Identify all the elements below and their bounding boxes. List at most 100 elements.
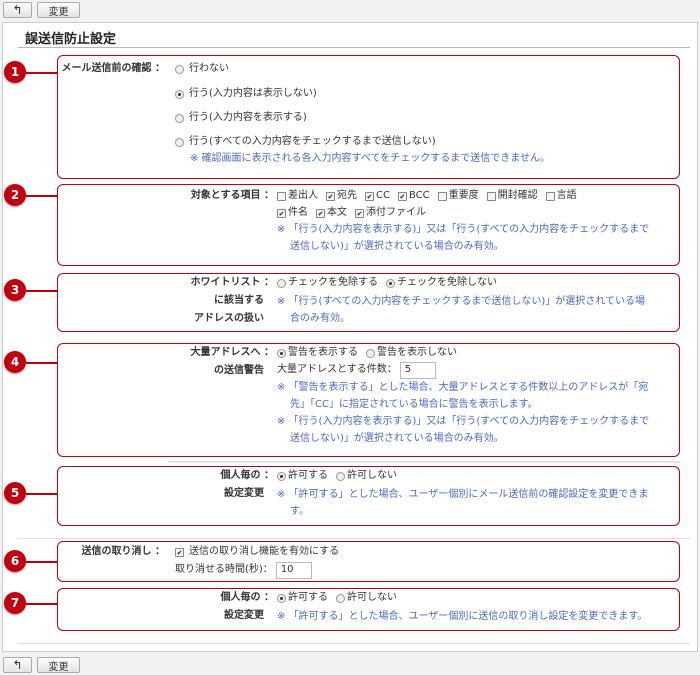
radio-option[interactable]: 警告を表示しない	[366, 344, 457, 362]
change-button-bottom[interactable]: 変更	[37, 657, 80, 673]
back-button-bottom[interactable]: ↰	[3, 657, 32, 673]
checkbox-icon[interactable]	[437, 191, 447, 201]
bulk-warning-label: の送信警告	[214, 365, 264, 376]
checkbox-label: 件名	[288, 207, 308, 218]
recall-time-input[interactable]: 10	[275, 561, 312, 579]
radio-icon[interactable]	[175, 113, 184, 123]
target-items-label: 対象とする項目 ：	[190, 190, 274, 201]
radio-icon[interactable]	[366, 348, 375, 358]
callout-7: 7	[4, 592, 26, 614]
radio-selected-icon[interactable]	[277, 471, 286, 481]
checkbox-label: 言語	[556, 190, 577, 201]
radio-selected-icon[interactable]	[277, 348, 286, 358]
callout-4: 4	[4, 351, 26, 373]
checkbox-label: 開封確認	[497, 190, 538, 201]
radio-icon[interactable]	[336, 593, 345, 603]
checkbox-option[interactable]: 差出人	[277, 187, 318, 205]
note: ※ 確認画面に表示される各入力内容すべてをチェックするまで送信できません。	[190, 153, 550, 164]
callout-6: 6	[4, 550, 26, 572]
radio-option[interactable]: 許可する	[277, 467, 328, 485]
bulk-count-input[interactable]: 5	[399, 361, 436, 379]
whitelist-label: アドレスの扱い	[194, 313, 264, 324]
option-label: 警告を表示する	[288, 347, 358, 358]
divider	[18, 47, 690, 48]
checkbox-option[interactable]: 宛先	[326, 187, 357, 205]
change-button[interactable]: 変更	[37, 2, 80, 18]
checkbox-icon[interactable]	[545, 191, 555, 201]
radio-option[interactable]: 行う(入力内容を表示する)	[175, 109, 307, 127]
radio-icon[interactable]	[277, 278, 286, 288]
checkbox-checked-icon[interactable]	[397, 191, 407, 201]
checkbox-option[interactable]: 添付ファイル	[355, 204, 426, 222]
checkbox-option[interactable]: 開封確認	[486, 187, 538, 205]
checkbox-checked-icon[interactable]	[175, 547, 184, 557]
radio-option[interactable]: チェックを免除する	[277, 274, 378, 292]
back-arrow-icon: ↰	[12, 3, 23, 17]
checkbox-checked-icon[interactable]	[326, 191, 335, 201]
personal-recall-label: 個人毎の ：	[220, 592, 274, 603]
checkbox-option[interactable]: 重要度	[437, 187, 479, 205]
callout-line	[26, 362, 57, 364]
checkbox-option[interactable]: 件名	[277, 204, 308, 222]
bulk-count-row: 大量アドレスとする件数： 5	[277, 361, 436, 379]
radio-option[interactable]: 行わない	[175, 60, 229, 78]
note: ※ 「許可する」とした場合、ユーザー個別に送信の取り消し設定を変更できます。	[277, 611, 648, 622]
radio-group: チェックを免除する チェックを免除しない	[277, 274, 502, 292]
radio-selected-icon[interactable]	[277, 593, 286, 603]
back-button[interactable]: ↰	[3, 2, 32, 18]
checkbox-option[interactable]: 言語	[545, 187, 577, 205]
option-label: 許可する	[288, 592, 328, 603]
radio-selected-icon[interactable]	[386, 278, 395, 288]
personal-setting-label: 設定変更	[224, 488, 264, 499]
bulk-warning-label: 大量アドレスへ ：	[190, 347, 274, 358]
checkbox-checked-icon[interactable]	[355, 208, 364, 218]
checkbox-option[interactable]: CC	[365, 187, 390, 205]
checkbox-option[interactable]: 本文	[316, 204, 347, 222]
note: 送信しない)」が選択されている場合のみ有効。	[290, 433, 504, 444]
checkbox-label: 添付ファイル	[366, 207, 426, 218]
note: ※ 「行う(すべての入力内容をチェックするまで送信しない)」が選択されている場	[277, 296, 645, 307]
whitelist-label: ホワイトリスト ：	[190, 277, 274, 288]
bulk-count-label: 大量アドレスとする件数：	[277, 364, 397, 375]
divider	[168, 461, 680, 463]
radio-selected-icon[interactable]	[175, 89, 184, 99]
checkbox-label: 送信の取り消し機能を有効にする	[189, 546, 340, 557]
radio-icon[interactable]	[175, 64, 184, 74]
note: 合のみ有効。	[290, 313, 350, 324]
callout-3: 3	[4, 279, 26, 301]
recall-enable-checkbox[interactable]: 送信の取り消し機能を有効にする	[175, 543, 339, 561]
radio-option[interactable]: 許可しない	[336, 589, 397, 607]
radio-group: 警告を表示する 警告を表示しない	[277, 344, 462, 362]
radio-option[interactable]: 許可する	[277, 589, 328, 607]
checkbox-option[interactable]: BCC	[397, 187, 430, 205]
radio-option[interactable]: 許可しない	[336, 467, 397, 485]
option-label: チェックを免除する	[288, 277, 378, 288]
checkbox-label: 宛先	[337, 190, 357, 201]
personal-recall-label: 設定変更	[224, 610, 264, 621]
option-label: チェックを免除しない	[397, 277, 497, 288]
radio-icon[interactable]	[336, 471, 345, 481]
radio-option[interactable]: 警告を表示する	[277, 344, 358, 362]
option-label: 行う(入力内容を表示する)	[189, 112, 307, 123]
option-label: 行わない	[189, 63, 229, 74]
checkbox-checked-icon[interactable]	[277, 208, 286, 218]
checkbox-icon[interactable]	[486, 191, 496, 201]
radio-option[interactable]: チェックを免除しない	[386, 274, 497, 292]
callout-line	[26, 561, 57, 563]
callout-line	[26, 603, 57, 605]
callout-1: 1	[4, 61, 26, 83]
mail-confirm-label: メール送信前の確認 ：	[61, 63, 165, 74]
radio-icon[interactable]	[175, 137, 184, 147]
radio-option[interactable]: 行う(すべての入力内容をチェックするまで送信しない)	[175, 133, 436, 151]
divider	[18, 643, 690, 644]
checkbox-checked-icon[interactable]	[365, 191, 374, 201]
checkbox-icon[interactable]	[277, 191, 286, 201]
divider	[18, 538, 690, 539]
checkbox-label: 本文	[327, 207, 347, 218]
radio-option[interactable]: 行う(入力内容は表示しない)	[175, 85, 317, 103]
option-label: 許可しない	[347, 470, 397, 481]
callout-line	[26, 290, 57, 292]
checkbox-checked-icon[interactable]	[316, 208, 325, 218]
note: ※ 「許可する」とした場合、ユーザー個別にメール送信前の確認設定を変更できま	[277, 489, 649, 500]
checkbox-row: 件名 本文 添付ファイル	[277, 204, 431, 222]
